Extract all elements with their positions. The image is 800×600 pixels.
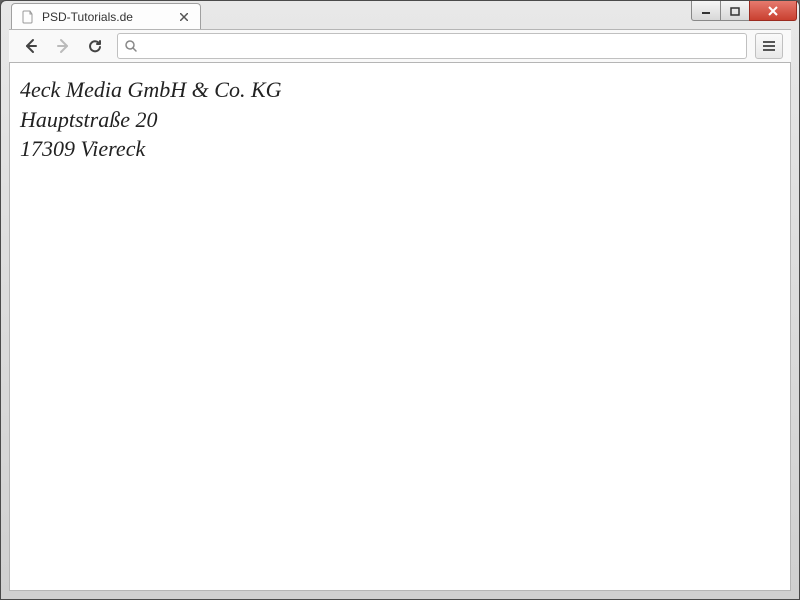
- street-line: Hauptstraße 20: [20, 105, 780, 135]
- postal-city-line: 17309 Viereck: [20, 134, 780, 164]
- page-viewport: 4eck Media GmbH & Co. KG Hauptstraße 20 …: [9, 63, 791, 591]
- new-tab-button[interactable]: [205, 7, 231, 29]
- forward-button[interactable]: [49, 32, 77, 60]
- x-icon: [180, 13, 188, 21]
- address-bar[interactable]: [117, 33, 747, 59]
- browser-toolbar: [9, 29, 791, 63]
- reload-icon: [87, 38, 103, 54]
- tab-close-button[interactable]: [176, 9, 192, 25]
- arrow-right-icon: [55, 38, 71, 54]
- page-icon: [20, 9, 36, 25]
- browser-window: PSD-Tutorials.de: [0, 0, 800, 600]
- company-name: 4eck Media GmbH & Co. KG: [20, 75, 780, 105]
- back-button[interactable]: [17, 32, 45, 60]
- arrow-left-icon: [23, 38, 39, 54]
- tab-strip: PSD-Tutorials.de: [1, 3, 799, 29]
- browser-tab[interactable]: PSD-Tutorials.de: [11, 3, 201, 29]
- url-input[interactable]: [142, 39, 740, 54]
- tab-title: PSD-Tutorials.de: [42, 10, 176, 24]
- search-icon: [124, 39, 138, 53]
- menu-button[interactable]: [755, 33, 783, 59]
- address-block: 4eck Media GmbH & Co. KG Hauptstraße 20 …: [20, 75, 780, 164]
- hamburger-icon: [762, 40, 776, 52]
- reload-button[interactable]: [81, 32, 109, 60]
